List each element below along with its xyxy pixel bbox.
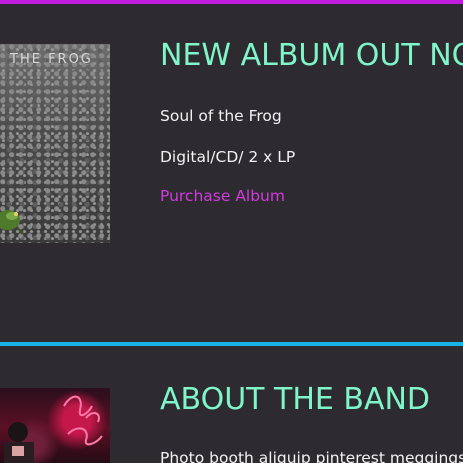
album-formats: Digital/CD/ 2 x LP: [160, 148, 296, 166]
top-accent-bar: [0, 0, 463, 4]
about-intro-text: Photo booth aliquip pinterest meggings: [160, 449, 463, 463]
purchase-album-link[interactable]: Purchase Album: [160, 187, 285, 205]
album-name: Soul of the Frog: [160, 107, 282, 125]
frog-icon: [0, 210, 23, 235]
about-section-title: ABOUT THE BAND: [160, 382, 431, 417]
band-photo: [0, 388, 110, 463]
album-section-title: NEW ALBUM OUT NO: [160, 38, 463, 73]
band-logo-script-icon: [63, 395, 103, 446]
album-cover-text: THE FROG: [10, 52, 93, 67]
section-divider: [0, 342, 463, 346]
person-silhouette-icon: [4, 422, 34, 463]
page: THE FROG NEW ALBUM OUT NO Soul of the Fr…: [0, 0, 463, 463]
album-cover-image: THE FROG: [0, 44, 110, 243]
